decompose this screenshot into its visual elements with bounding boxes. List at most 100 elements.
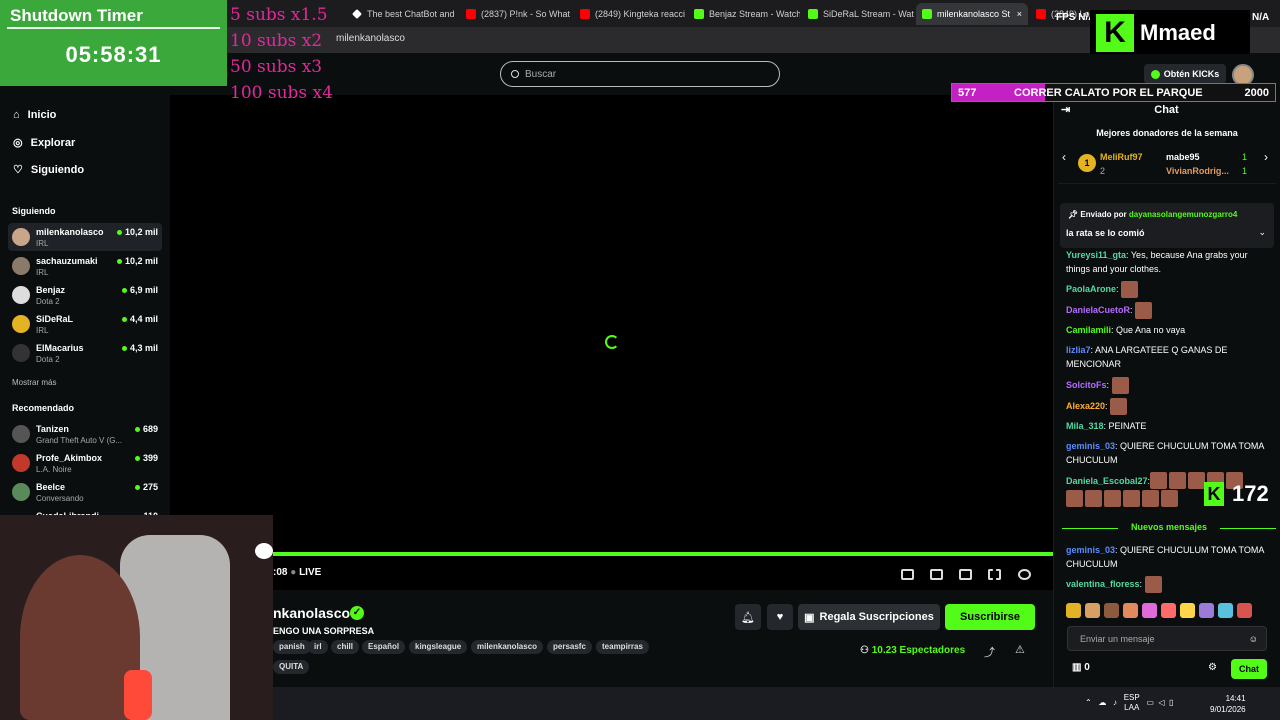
subscribe-button[interactable]: Suscribirse [945,604,1035,630]
get-kicks-button[interactable]: Obtén KICKs [1144,64,1226,84]
browser-tab[interactable]: SiDeRaL Stream - Wat [802,3,914,25]
emote [1111,377,1129,394]
kick-coin-icon [1150,69,1160,79]
nav-explore[interactable]: ◎ Explorar [13,136,75,150]
chat-settings-gear-icon[interactable]: ⚙ [1208,662,1217,673]
sidebar-channel[interactable]: SiDeRaL IRL 4,4 mil [8,310,162,338]
tag[interactable]: chill [331,640,360,654]
report-warning-icon[interactable]: ⚠ [1015,643,1025,656]
tag[interactable]: teampirras [596,640,649,654]
kicks-balance[interactable]: ▥ 0 [1072,662,1090,673]
sidebar: ⌂ Inicio ◎ Explorar ♡ Siguiendo Siguiendo m… [0,95,170,520]
sidebar-channel[interactable]: Beelce Conversando 275 [8,478,162,506]
sidebar-channel[interactable]: sachauzumaki IRL 10,2 mil [8,252,162,280]
emote-button[interactable] [1066,603,1081,618]
show-more-link[interactable]: Mostrar más [12,378,56,387]
chevron-up-icon[interactable]: ⌃ [1085,698,1092,707]
subs-line: 50 subs x3 [230,57,323,77]
language-indicator[interactable]: ESP LAA [1124,693,1140,713]
tag[interactable]: Español [362,640,406,654]
sidebar-channel[interactable]: milenkanolasco IRL 10,2 mil [8,223,162,251]
tag[interactable]: persasfc [547,640,592,654]
tag[interactable]: QUITA [273,660,310,674]
sidebar-channel[interactable]: Profe_Akimbox L.A. Noire 399 [8,449,162,477]
search-input[interactable]: Buscar [500,61,780,87]
battery-icon[interactable]: ▯ [1169,698,1173,707]
gift-subs-button[interactable]: ▣ Regala Suscripciones [798,604,940,630]
nav-following[interactable]: ♡ Siguiendo [13,163,84,177]
browser-tab[interactable]: The best ChatBot and [346,3,458,25]
webcam-overlay [0,515,273,720]
fullscreen-icon[interactable] [988,569,1001,580]
share-icon[interactable]: ⤴ [984,644,995,660]
browser-tab[interactable]: (2837) P!nk - So What [460,3,572,25]
emote-button[interactable] [1199,603,1214,618]
emoji-picker-icon[interactable]: ☺ [1249,634,1258,644]
volume-icon[interactable]: ◁ [1158,698,1164,707]
emote-button[interactable] [1218,603,1233,618]
network-icon[interactable]: ▭ [1146,698,1154,707]
close-icon[interactable]: × [1017,9,1022,19]
tag[interactable]: milenkanolasco [471,640,544,654]
sidebar-channel[interactable]: Tanizen Grand Theft Auto V (G... 689 [8,420,162,448]
emote-button[interactable] [1085,603,1100,618]
tag[interactable]: panish [273,640,311,654]
browser-tab-active[interactable]: milenkanolasco St × [916,3,1028,25]
follow-heart-button[interactable]: ♥ [767,604,793,630]
settings-gear-icon[interactable] [1018,569,1031,580]
pip-icon[interactable] [901,569,914,580]
notification-bell-button[interactable]: 🔔︎ [735,604,761,630]
sidebar-channel[interactable]: Benjaz Dota 2 6,9 mil [8,281,162,309]
chat-message: Alexa220: [1066,398,1266,415]
donor-name[interactable]: VivianRodrig... [1166,166,1229,176]
avatar [12,228,30,246]
kick-logo-icon: K [1096,14,1134,52]
tag[interactable]: irl [308,640,328,654]
kicks-wallet-icon: ▥ [1072,662,1082,673]
chat-message: SolcitoFs: [1066,377,1266,394]
browser-tab[interactable]: Benjaz Stream - Watch [688,3,800,25]
video-progress-bar[interactable] [273,552,1053,556]
tag[interactable]: kingsleague [409,640,468,654]
chat-message: geminis_03: QUIERE CHUCULUM TOMA TOMA CH… [1066,441,1264,465]
channel-name[interactable]: nkanolasco [273,605,350,621]
url-text[interactable]: milenkanolasco [336,33,405,44]
viewer-count: ⚇ 10.23 Espectadores [860,645,966,656]
live-dot-icon [121,345,127,351]
clock[interactable]: 14:41 9/01/2026 [1210,693,1246,715]
theater-mode-icon[interactable] [959,569,972,580]
donor-name[interactable]: MeliRuf97 [1100,152,1143,162]
chat-input[interactable]: Enviar un mensaje ☺ [1067,626,1267,651]
pin-icon: 📌︎ [1068,210,1079,219]
diamond-icon [352,9,362,19]
top-donors: Mejores donadores de la semana ‹ 1 MeliR… [1058,126,1276,184]
subs-line: 5 subs x1.5 [230,5,328,25]
timer-divider [7,27,220,29]
cloud-icon[interactable]: ☁ [1098,698,1106,707]
collapse-chat-icon[interactable]: ⇥ [1061,102,1070,118]
avatar [12,425,30,443]
emote-button[interactable] [1237,603,1252,618]
compass-icon: ◎ [13,137,23,149]
send-chat-button[interactable]: Chat [1231,659,1267,679]
emote-button[interactable] [1142,603,1157,618]
rank-badge: 1 [1078,154,1096,172]
chevron-down-icon[interactable]: ⌄ [1258,227,1266,238]
subs-line: 100 subs x4 [230,83,333,103]
emote-spam [1066,490,1206,516]
emote-button[interactable] [1161,603,1176,618]
clip-icon[interactable] [930,569,943,580]
browser-tab[interactable]: (2849) Kingteka reacci [574,3,686,25]
emote-button[interactable] [1104,603,1119,618]
chevron-right-icon[interactable]: › [1264,150,1268,164]
emote-button[interactable] [1180,603,1195,618]
new-messages-divider[interactable]: Nuevos mensajes [1062,522,1276,534]
chevron-left-icon[interactable]: ‹ [1062,150,1066,164]
nav-home[interactable]: ⌂ Inicio [13,109,56,121]
sidebar-channel[interactable]: ElMacarius Dota 2 4,3 mil [8,339,162,367]
microphone-icon[interactable]: ♪ [1113,698,1117,707]
donor-name[interactable]: mabe95 [1166,152,1200,162]
emote [1169,472,1186,489]
gift-icon: ▣ [804,611,815,624]
emote-button[interactable] [1123,603,1138,618]
